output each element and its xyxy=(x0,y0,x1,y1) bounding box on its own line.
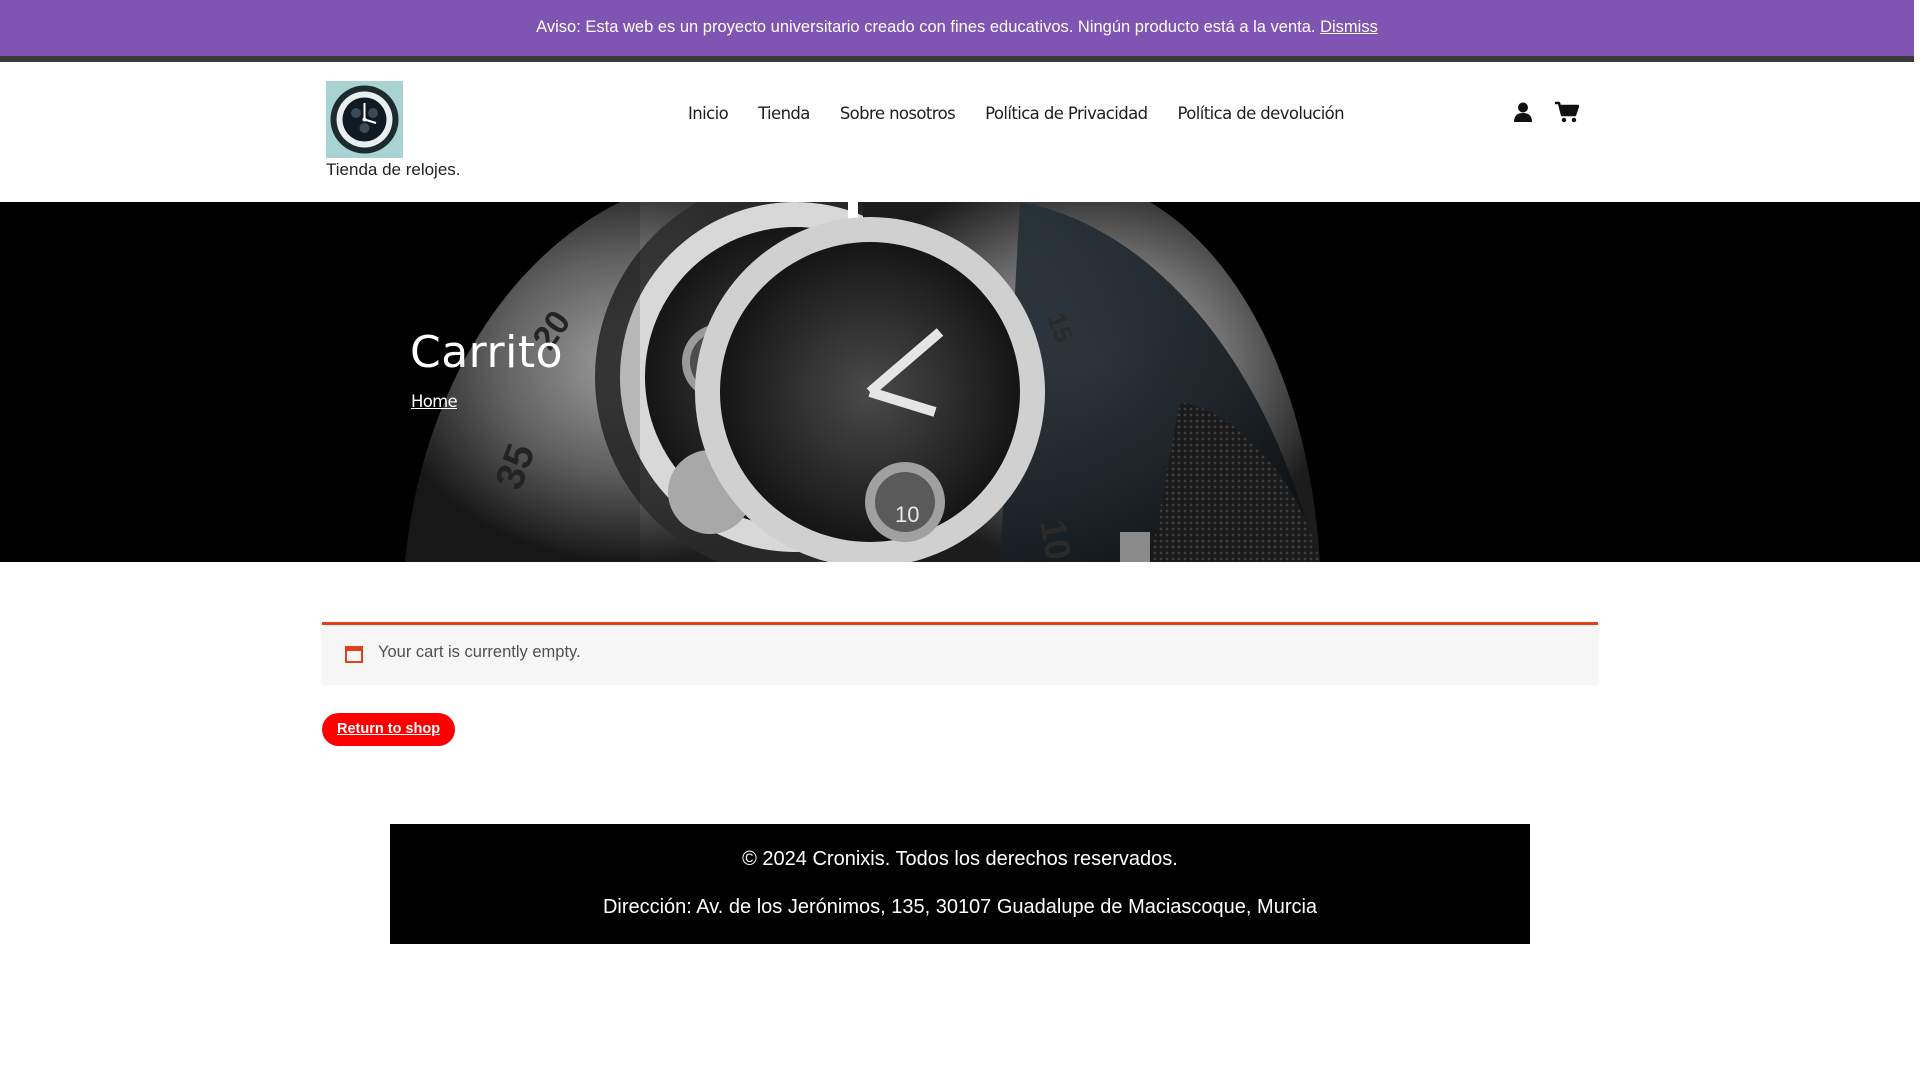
site-logo[interactable] xyxy=(326,81,403,158)
notice-text: Aviso: Esta web es un proyecto universit… xyxy=(536,18,1316,36)
return-to-shop-button[interactable]: Return to shop xyxy=(322,713,456,746)
nav-item-tienda[interactable]: Tienda xyxy=(758,104,810,123)
footer-copyright: © 2024 Cronixis. Todos los derechos rese… xyxy=(742,848,1178,870)
watch-hero-image: 40 20 30 40 10 15 10 35 20 xyxy=(0,202,1320,562)
page-title: Carrito xyxy=(410,327,563,378)
nav-item-inicio[interactable]: Inicio xyxy=(688,104,729,123)
cart-empty-notice: Your cart is currently empty. xyxy=(322,622,1598,683)
calendar-icon xyxy=(345,646,363,663)
dial-number: 10 xyxy=(895,502,919,527)
user-icon[interactable] xyxy=(1512,101,1534,123)
site-tagline: Tienda de relojes. xyxy=(326,160,461,179)
breadcrumb-home[interactable]: Home xyxy=(411,392,458,411)
nav-item-sobre-nosotros[interactable]: Sobre nosotros xyxy=(840,104,956,123)
dismiss-link[interactable]: Dismiss xyxy=(1320,18,1378,36)
site-footer: © 2024 Cronixis. Todos los derechos rese… xyxy=(390,824,1530,944)
dial-number: 10 xyxy=(1032,516,1079,562)
footer-address: Dirección: Av. de los Jerónimos, 135, 30… xyxy=(602,896,1318,918)
nav-item-politica-privacidad[interactable]: Política de Privacidad xyxy=(985,104,1148,123)
page-hero-banner: 40 20 30 40 10 15 10 35 20 Carrito Home xyxy=(0,202,1920,562)
cart-icon[interactable] xyxy=(1555,101,1579,123)
watch-logo-icon xyxy=(326,81,403,158)
store-notice-bar: Aviso: Esta web es un proyecto universit… xyxy=(0,0,1914,56)
nav-item-politica-devolucion[interactable]: Política de devolución xyxy=(1178,104,1345,123)
cart-empty-message: Your cart is currently empty. xyxy=(378,643,581,661)
main-nav: Inicio Tienda Sobre nosotros Política de… xyxy=(688,100,1374,126)
